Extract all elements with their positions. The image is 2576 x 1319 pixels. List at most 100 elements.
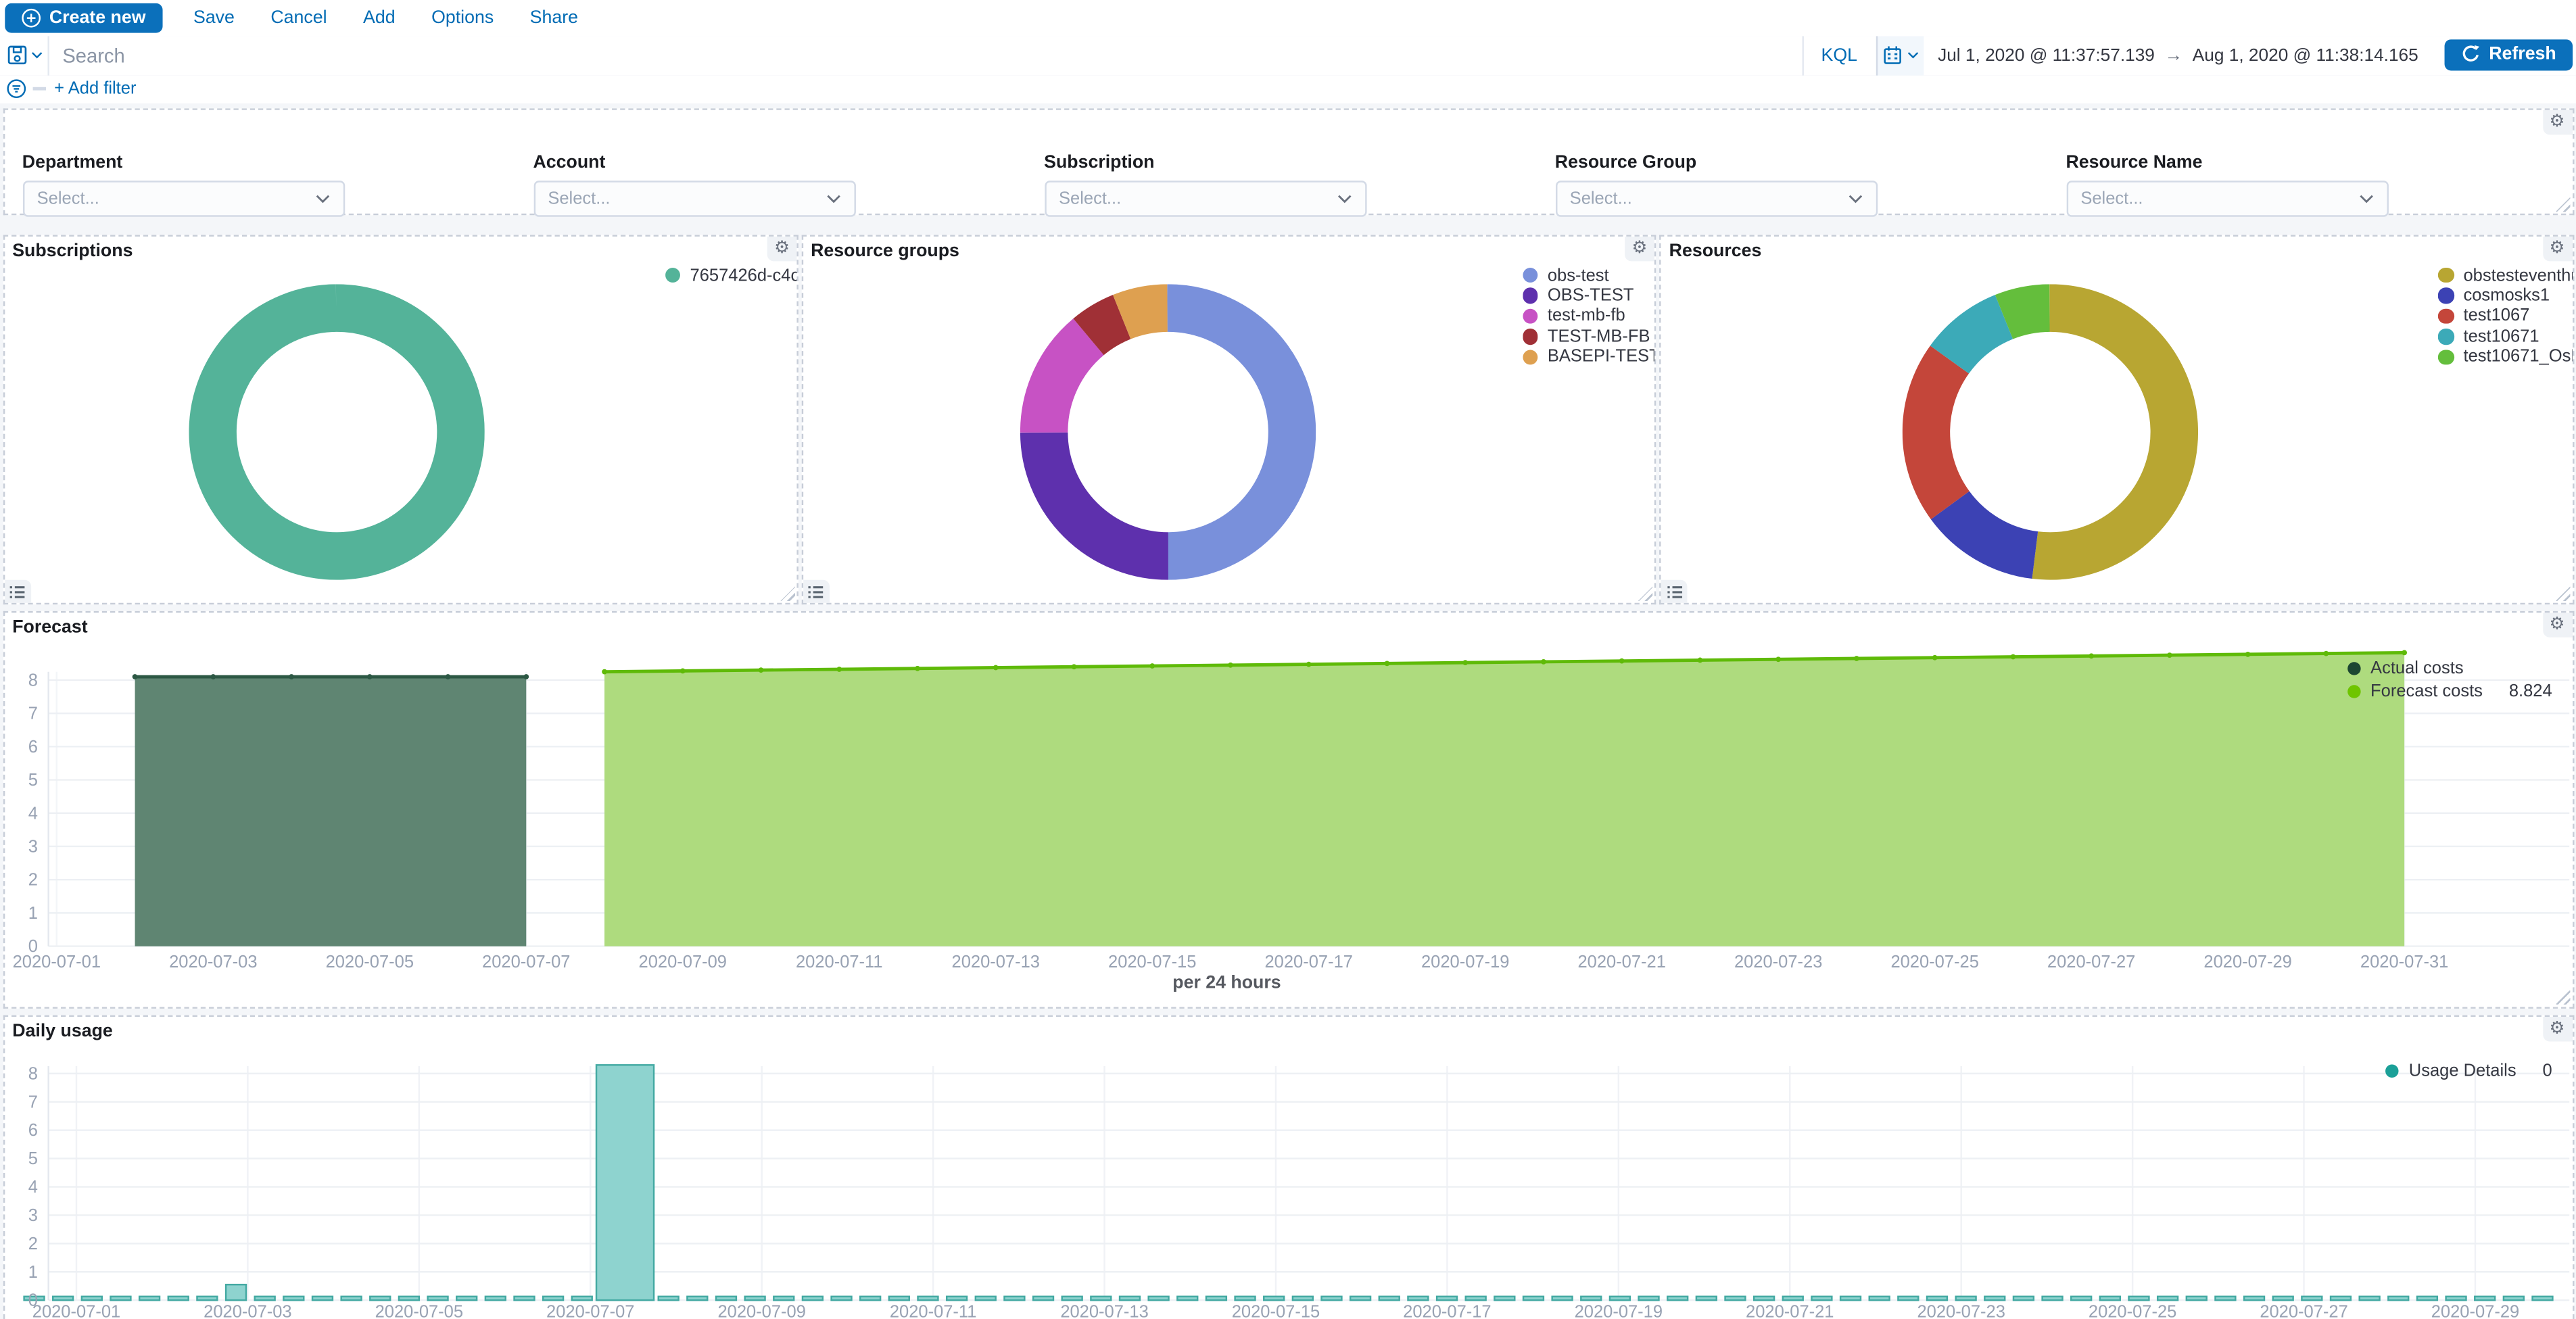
- usage-bar[interactable]: [1407, 1296, 1427, 1299]
- legend-item[interactable]: BASEPI-TESTING: [1522, 347, 1653, 367]
- panel-title[interactable]: Resource groups: [811, 241, 959, 261]
- usage-bar[interactable]: [744, 1296, 764, 1299]
- usage-bar[interactable]: [1147, 1296, 1168, 1299]
- panel-legend-toggle[interactable]: [803, 580, 829, 603]
- usage-bar[interactable]: [283, 1296, 303, 1299]
- usage-bar[interactable]: [2503, 1296, 2523, 1299]
- panel-options-button[interactable]: ⚙: [767, 237, 797, 261]
- usage-bar[interactable]: [456, 1296, 476, 1299]
- toolbar-cancel[interactable]: Cancel: [253, 8, 345, 28]
- toolbar-add[interactable]: Add: [345, 8, 413, 28]
- usage-bar[interactable]: [513, 1296, 533, 1299]
- usage-bar[interactable]: [1869, 1296, 1889, 1299]
- usage-bar[interactable]: [859, 1296, 880, 1299]
- panel-title[interactable]: Resources: [1669, 241, 1762, 261]
- usage-bar[interactable]: [2070, 1296, 2091, 1299]
- usage-bar[interactable]: [1465, 1296, 1485, 1299]
- usage-bar[interactable]: [52, 1296, 72, 1299]
- usage-bar[interactable]: [1032, 1296, 1053, 1299]
- legend-item[interactable]: test-mb-fb: [1522, 306, 1653, 327]
- legend-item[interactable]: Actual costs: [2347, 657, 2552, 679]
- create-new-button[interactable]: Create new: [5, 3, 162, 32]
- filter-select-3[interactable]: Select...: [1555, 181, 1877, 216]
- usage-bar[interactable]: [802, 1296, 822, 1299]
- filter-circle-icon[interactable]: [7, 79, 26, 99]
- usage-bar[interactable]: [2301, 1296, 2321, 1299]
- refresh-button[interactable]: Refresh: [2445, 39, 2573, 70]
- usage-bar[interactable]: [340, 1296, 360, 1299]
- panel-options-button[interactable]: ⚙: [2542, 613, 2572, 637]
- usage-bar[interactable]: [571, 1296, 592, 1299]
- usage-bar[interactable]: [254, 1296, 275, 1299]
- usage-bar[interactable]: [596, 1064, 653, 1299]
- usage-bar[interactable]: [1984, 1296, 2004, 1299]
- usage-bar[interactable]: [1955, 1296, 1975, 1299]
- usage-bar[interactable]: [1119, 1296, 1139, 1299]
- usage-bar[interactable]: [1667, 1296, 1687, 1299]
- usage-bar[interactable]: [830, 1296, 851, 1299]
- panel-options-button[interactable]: ⚙: [2542, 110, 2572, 135]
- legend-item[interactable]: Usage Details0: [2386, 1060, 2552, 1082]
- usage-bar[interactable]: [1234, 1296, 1254, 1299]
- legend-item[interactable]: Forecast costs8.824: [2347, 680, 2552, 702]
- usage-bar[interactable]: [427, 1296, 447, 1299]
- panel-title[interactable]: Forecast: [12, 618, 87, 638]
- date-to[interactable]: Aug 1, 2020 @ 11:38:14.165: [2193, 45, 2418, 65]
- usage-bar[interactable]: [1609, 1296, 1629, 1299]
- usage-bar[interactable]: [168, 1296, 188, 1299]
- donut-slice-7657426d-c4c3-44...[interactable]: [213, 307, 461, 555]
- usage-bar[interactable]: [2186, 1296, 2206, 1299]
- usage-bar[interactable]: [139, 1296, 159, 1299]
- usage-bar[interactable]: [1494, 1296, 1514, 1299]
- legend-item[interactable]: obs-test: [1522, 265, 1653, 285]
- usage-bar[interactable]: [485, 1296, 505, 1299]
- usage-bar[interactable]: [1206, 1296, 1226, 1299]
- usage-bar[interactable]: [1350, 1296, 1370, 1299]
- usage-bar[interactable]: [1320, 1296, 1341, 1299]
- panel-options-button[interactable]: ⚙: [1625, 237, 1654, 261]
- filter-select-0[interactable]: Select...: [22, 181, 344, 216]
- usage-bar[interactable]: [946, 1296, 966, 1299]
- panel-title[interactable]: Subscriptions: [12, 241, 133, 261]
- usage-bar[interactable]: [2128, 1296, 2148, 1299]
- panel-legend-toggle[interactable]: [1661, 580, 1688, 603]
- toolbar-save[interactable]: Save: [175, 8, 252, 28]
- usage-bar[interactable]: [2474, 1296, 2494, 1299]
- panel-options-button[interactable]: ⚙: [2542, 237, 2572, 261]
- usage-bar[interactable]: [686, 1296, 707, 1299]
- panel-title[interactable]: Daily usage: [12, 1021, 113, 1040]
- legend-item[interactable]: TEST-MB-FB: [1522, 327, 1653, 347]
- usage-bar[interactable]: [1753, 1296, 1773, 1299]
- usage-bar[interactable]: [2041, 1296, 2061, 1299]
- usage-bar[interactable]: [1926, 1296, 1947, 1299]
- usage-bar[interactable]: [1724, 1296, 1744, 1299]
- usage-bar[interactable]: [1062, 1296, 1082, 1299]
- usage-bar[interactable]: [81, 1296, 101, 1299]
- usage-bar[interactable]: [773, 1296, 793, 1299]
- usage-bar[interactable]: [225, 1284, 245, 1299]
- legend-item[interactable]: test10671_OsDisk_1_...: [2438, 347, 2573, 367]
- usage-bar[interactable]: [1263, 1296, 1283, 1299]
- date-from[interactable]: Jul 1, 2020 @ 11:37:57.139: [1938, 45, 2155, 65]
- usage-bar[interactable]: [1379, 1296, 1399, 1299]
- usage-bar[interactable]: [1523, 1296, 1543, 1299]
- legend-item[interactable]: OBS-TEST: [1522, 286, 1653, 306]
- usage-bar[interactable]: [1292, 1296, 1312, 1299]
- usage-bar[interactable]: [1551, 1296, 1571, 1299]
- legend-item[interactable]: test10671: [2438, 327, 2573, 347]
- usage-bar[interactable]: [1176, 1296, 1197, 1299]
- legend-item[interactable]: 7657426d-c4c3-44...: [665, 265, 796, 285]
- panel-legend-toggle[interactable]: [4, 580, 30, 603]
- usage-bar[interactable]: [2531, 1296, 2552, 1299]
- panel-resize-handle[interactable]: [1638, 586, 1653, 601]
- usage-bar[interactable]: [1090, 1296, 1110, 1299]
- usage-bar[interactable]: [1811, 1296, 1831, 1299]
- usage-bar[interactable]: [2157, 1296, 2177, 1299]
- usage-bar[interactable]: [2243, 1296, 2264, 1299]
- usage-bar[interactable]: [888, 1296, 909, 1299]
- legend-item[interactable]: test1067: [2438, 306, 2573, 327]
- usage-bar[interactable]: [2330, 1296, 2350, 1299]
- panel-resize-handle[interactable]: [2556, 586, 2571, 601]
- filter-select-4[interactable]: Select...: [2066, 181, 2387, 216]
- usage-bar[interactable]: [2272, 1296, 2293, 1299]
